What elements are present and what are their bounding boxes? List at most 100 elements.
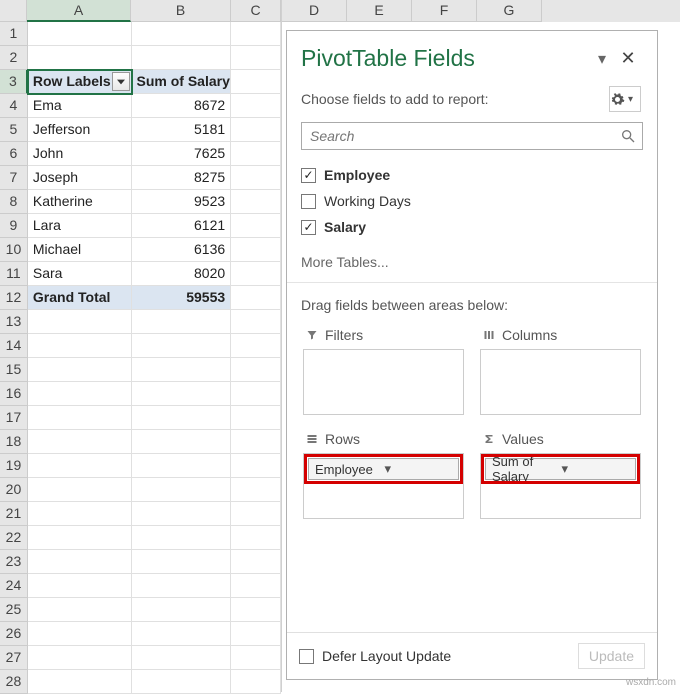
row-header-8[interactable]: 8 — [0, 190, 28, 214]
cell-A8[interactable]: Katherine — [28, 190, 132, 214]
cell-A26[interactable] — [28, 622, 132, 646]
cell-C4[interactable] — [231, 94, 281, 118]
cell-A13[interactable] — [28, 310, 132, 334]
cell-C25[interactable] — [231, 598, 281, 622]
cell-C10[interactable] — [231, 238, 281, 262]
rows-area[interactable]: Rows Employee▾ — [295, 425, 472, 529]
row-header-16[interactable]: 16 — [0, 382, 28, 406]
cell-A5[interactable]: Jefferson — [28, 118, 132, 142]
cell-C26[interactable] — [231, 622, 281, 646]
columns-area[interactable]: Columns — [472, 321, 649, 425]
row-header-21[interactable]: 21 — [0, 502, 28, 526]
cell-B3[interactable]: Sum of Salary — [132, 70, 232, 94]
field-checkbox[interactable] — [301, 220, 316, 235]
row-header-27[interactable]: 27 — [0, 646, 28, 670]
cell-A25[interactable] — [28, 598, 132, 622]
cell-B19[interactable] — [132, 454, 232, 478]
cell-C14[interactable] — [231, 334, 281, 358]
row-header-9[interactable]: 9 — [0, 214, 28, 238]
cell-C3[interactable] — [231, 70, 281, 94]
more-tables-link[interactable]: More Tables... — [287, 242, 657, 282]
chevron-down-icon[interactable]: ▾ — [562, 461, 632, 477]
cell-B4[interactable]: 8672 — [132, 94, 232, 118]
cell-B22[interactable] — [132, 526, 232, 550]
cell-C28[interactable] — [231, 670, 281, 694]
cell-A20[interactable] — [28, 478, 132, 502]
cell-C1[interactable] — [231, 22, 281, 46]
cell-A9[interactable]: Lara — [28, 214, 132, 238]
cell-A4[interactable]: Ema — [28, 94, 132, 118]
cell-A15[interactable] — [28, 358, 132, 382]
field-item-salary[interactable]: Salary — [301, 214, 643, 240]
column-header-C[interactable]: C — [231, 0, 281, 22]
row-header-12[interactable]: 12 — [0, 286, 28, 310]
row-header-1[interactable]: 1 — [0, 22, 28, 46]
cell-B10[interactable]: 6136 — [132, 238, 232, 262]
field-checkbox[interactable] — [301, 168, 316, 183]
cell-B24[interactable] — [132, 574, 232, 598]
column-header-E[interactable]: E — [347, 0, 412, 22]
cell-A19[interactable] — [28, 454, 132, 478]
cell-C18[interactable] — [231, 430, 281, 454]
cell-A16[interactable] — [28, 382, 132, 406]
row-labels-filter-dropdown[interactable] — [112, 72, 130, 91]
area-chip-sum-of-salary[interactable]: Sum of Salary▾ — [485, 458, 636, 480]
cell-C17[interactable] — [231, 406, 281, 430]
cell-A14[interactable] — [28, 334, 132, 358]
cell-C2[interactable] — [231, 46, 281, 70]
row-header-15[interactable]: 15 — [0, 358, 28, 382]
cell-B16[interactable] — [132, 382, 232, 406]
cell-C9[interactable] — [231, 214, 281, 238]
cell-B15[interactable] — [132, 358, 232, 382]
cell-B27[interactable] — [132, 646, 232, 670]
cell-B18[interactable] — [132, 430, 232, 454]
values-area[interactable]: Values Sum of Salary▾ — [472, 425, 649, 529]
cell-B14[interactable] — [132, 334, 232, 358]
cell-C22[interactable] — [231, 526, 281, 550]
update-button[interactable]: Update — [578, 643, 645, 669]
cell-A22[interactable] — [28, 526, 132, 550]
cell-C20[interactable] — [231, 478, 281, 502]
row-header-6[interactable]: 6 — [0, 142, 28, 166]
cell-C19[interactable] — [231, 454, 281, 478]
cell-C6[interactable] — [231, 142, 281, 166]
cell-C21[interactable] — [231, 502, 281, 526]
row-header-22[interactable]: 22 — [0, 526, 28, 550]
cell-A3[interactable]: Row Labels — [28, 70, 132, 94]
row-header-14[interactable]: 14 — [0, 334, 28, 358]
cell-C23[interactable] — [231, 550, 281, 574]
field-checkbox[interactable] — [301, 194, 316, 209]
row-header-5[interactable]: 5 — [0, 118, 28, 142]
cell-B25[interactable] — [132, 598, 232, 622]
column-header-G[interactable]: G — [477, 0, 542, 22]
cell-A11[interactable]: Sara — [28, 262, 132, 286]
row-header-7[interactable]: 7 — [0, 166, 28, 190]
cell-C8[interactable] — [231, 190, 281, 214]
row-header-3[interactable]: 3 — [0, 70, 28, 94]
cell-B6[interactable]: 7625 — [132, 142, 232, 166]
cell-A23[interactable] — [28, 550, 132, 574]
cell-A10[interactable]: Michael — [28, 238, 132, 262]
cell-C13[interactable] — [231, 310, 281, 334]
cell-B8[interactable]: 9523 — [132, 190, 232, 214]
row-header-11[interactable]: 11 — [0, 262, 28, 286]
cell-B11[interactable]: 8020 — [132, 262, 232, 286]
row-header-24[interactable]: 24 — [0, 574, 28, 598]
row-header-13[interactable]: 13 — [0, 310, 28, 334]
cell-B12[interactable]: 59553 — [132, 286, 232, 310]
column-header-F[interactable]: F — [412, 0, 477, 22]
cell-B17[interactable] — [132, 406, 232, 430]
row-header-19[interactable]: 19 — [0, 454, 28, 478]
row-header-18[interactable]: 18 — [0, 430, 28, 454]
cell-B23[interactable] — [132, 550, 232, 574]
cell-C24[interactable] — [231, 574, 281, 598]
column-header-A[interactable]: A — [27, 0, 131, 22]
row-header-2[interactable]: 2 — [0, 46, 28, 70]
row-header-26[interactable]: 26 — [0, 622, 28, 646]
cell-A28[interactable] — [28, 670, 132, 694]
gear-icon[interactable]: ▾ — [609, 86, 641, 112]
worksheet[interactable]: ABC 123Row LabelsSum of Salary4Ema86725J… — [0, 0, 282, 692]
cell-B1[interactable] — [132, 22, 232, 46]
row-header-20[interactable]: 20 — [0, 478, 28, 502]
search-field[interactable] — [308, 127, 620, 145]
